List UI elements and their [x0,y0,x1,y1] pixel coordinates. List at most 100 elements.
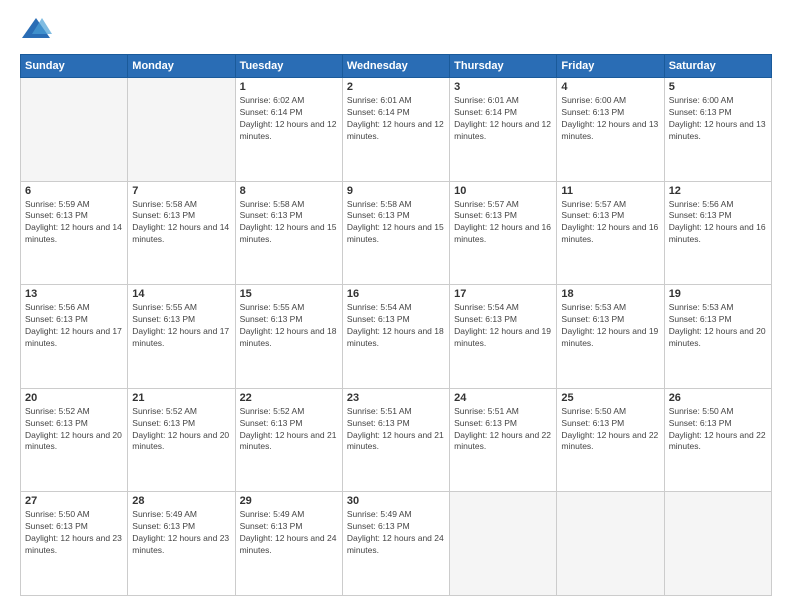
calendar-cell [128,78,235,182]
day-number: 8 [240,185,338,197]
day-info: Sunrise: 5:50 AM Sunset: 6:13 PM Dayligh… [669,406,767,454]
calendar-cell: 25 Sunrise: 5:50 AM Sunset: 6:13 PM Dayli… [557,388,664,492]
calendar-cell: 30 Sunrise: 5:49 AM Sunset: 6:13 PM Dayli… [342,492,449,596]
calendar-cell [450,492,557,596]
day-info: Sunrise: 5:51 AM Sunset: 6:13 PM Dayligh… [347,406,445,454]
day-number: 21 [132,392,230,404]
calendar-cell: 5 Sunrise: 6:00 AM Sunset: 6:13 PM Daylig… [664,78,771,182]
day-number: 13 [25,288,123,300]
day-info: Sunrise: 5:53 AM Sunset: 6:13 PM Dayligh… [561,302,659,350]
day-number: 17 [454,288,552,300]
day-number: 25 [561,392,659,404]
calendar-cell: 2 Sunrise: 6:01 AM Sunset: 6:14 PM Daylig… [342,78,449,182]
calendar-cell: 29 Sunrise: 5:49 AM Sunset: 6:13 PM Dayli… [235,492,342,596]
day-info: Sunrise: 5:56 AM Sunset: 6:13 PM Dayligh… [25,302,123,350]
weekday-header-thursday: Thursday [450,55,557,78]
weekday-header-tuesday: Tuesday [235,55,342,78]
calendar-cell: 23 Sunrise: 5:51 AM Sunset: 6:13 PM Dayli… [342,388,449,492]
calendar-cell: 17 Sunrise: 5:54 AM Sunset: 6:13 PM Dayli… [450,285,557,389]
calendar-cell: 9Sunrise: 5:58 AM Sunset: 6:13 PM Daylig… [342,181,449,285]
day-info: Sunrise: 5:58 AM Sunset: 6:13 PM Dayligh… [240,199,338,247]
calendar-cell: 12 Sunrise: 5:56 AM Sunset: 6:13 PM Dayli… [664,181,771,285]
day-number: 16 [347,288,445,300]
day-info: Sunrise: 6:00 AM Sunset: 6:13 PM Dayligh… [561,95,659,143]
calendar-cell: 1 Sunrise: 6:02 AM Sunset: 6:14 PM Daylig… [235,78,342,182]
weekday-header-monday: Monday [128,55,235,78]
calendar-cell: 16 Sunrise: 5:54 AM Sunset: 6:13 PM Dayli… [342,285,449,389]
calendar-row-4: 27 Sunrise: 5:50 AM Sunset: 6:13 PM Dayli… [21,492,772,596]
calendar-cell: 15Sunrise: 5:55 AM Sunset: 6:13 PM Dayli… [235,285,342,389]
calendar-cell: 13 Sunrise: 5:56 AM Sunset: 6:13 PM Dayli… [21,285,128,389]
day-number: 12 [669,185,767,197]
day-info: Sunrise: 5:49 AM Sunset: 6:13 PM Dayligh… [240,509,338,557]
calendar-cell [21,78,128,182]
day-number: 28 [132,495,230,507]
day-info: Sunrise: 5:49 AM Sunset: 6:13 PM Dayligh… [347,509,445,557]
calendar-cell: 24 Sunrise: 5:51 AM Sunset: 6:13 PM Dayli… [450,388,557,492]
calendar-cell: 28 Sunrise: 5:49 AM Sunset: 6:13 PM Dayli… [128,492,235,596]
weekday-header-friday: Friday [557,55,664,78]
day-info: Sunrise: 5:55 AM Sunset: 6:13 PM Dayligh… [240,302,338,350]
calendar-cell: 27 Sunrise: 5:50 AM Sunset: 6:13 PM Dayli… [21,492,128,596]
day-number: 22 [240,392,338,404]
day-number: 5 [669,81,767,93]
day-info: Sunrise: 5:50 AM Sunset: 6:13 PM Dayligh… [25,509,123,557]
day-number: 27 [25,495,123,507]
calendar-cell [664,492,771,596]
weekday-header-row: SundayMondayTuesdayWednesdayThursdayFrid… [21,55,772,78]
day-info: Sunrise: 5:52 AM Sunset: 6:13 PM Dayligh… [240,406,338,454]
day-info: Sunrise: 6:01 AM Sunset: 6:14 PM Dayligh… [454,95,552,143]
day-info: Sunrise: 5:58 AM Sunset: 6:13 PM Dayligh… [132,199,230,247]
day-number: 14 [132,288,230,300]
day-info: Sunrise: 5:53 AM Sunset: 6:13 PM Dayligh… [669,302,767,350]
day-number: 29 [240,495,338,507]
calendar-cell: 7Sunrise: 5:58 AM Sunset: 6:13 PM Daylig… [128,181,235,285]
day-info: Sunrise: 6:01 AM Sunset: 6:14 PM Dayligh… [347,95,445,143]
calendar-cell [557,492,664,596]
day-number: 9 [347,185,445,197]
day-info: Sunrise: 5:57 AM Sunset: 6:13 PM Dayligh… [454,199,552,247]
day-number: 10 [454,185,552,197]
calendar-row-2: 13 Sunrise: 5:56 AM Sunset: 6:13 PM Dayli… [21,285,772,389]
calendar-cell: 8 Sunrise: 5:58 AM Sunset: 6:13 PM Daylig… [235,181,342,285]
weekday-header-saturday: Saturday [664,55,771,78]
day-info: Sunrise: 6:02 AM Sunset: 6:14 PM Dayligh… [240,95,338,143]
day-number: 6 [25,185,123,197]
day-number: 19 [669,288,767,300]
day-info: Sunrise: 5:55 AM Sunset: 6:13 PM Dayligh… [132,302,230,350]
weekday-header-wednesday: Wednesday [342,55,449,78]
calendar-cell: 20Sunrise: 5:52 AM Sunset: 6:13 PM Dayli… [21,388,128,492]
day-number: 18 [561,288,659,300]
day-info: Sunrise: 5:54 AM Sunset: 6:13 PM Dayligh… [454,302,552,350]
day-info: Sunrise: 5:59 AM Sunset: 6:13 PM Dayligh… [25,199,123,247]
header [20,16,772,44]
day-number: 1 [240,81,338,93]
weekday-header-sunday: Sunday [21,55,128,78]
day-info: Sunrise: 5:49 AM Sunset: 6:13 PM Dayligh… [132,509,230,557]
day-info: Sunrise: 5:52 AM Sunset: 6:13 PM Dayligh… [25,406,123,454]
logo-icon [20,16,52,44]
day-info: Sunrise: 5:57 AM Sunset: 6:13 PM Dayligh… [561,199,659,247]
day-number: 30 [347,495,445,507]
day-info: Sunrise: 5:52 AM Sunset: 6:13 PM Dayligh… [132,406,230,454]
calendar-row-1: 6 Sunrise: 5:59 AM Sunset: 6:13 PM Daylig… [21,181,772,285]
calendar-row-3: 20Sunrise: 5:52 AM Sunset: 6:13 PM Dayli… [21,388,772,492]
day-info: Sunrise: 5:51 AM Sunset: 6:13 PM Dayligh… [454,406,552,454]
day-info: Sunrise: 5:54 AM Sunset: 6:13 PM Dayligh… [347,302,445,350]
day-number: 24 [454,392,552,404]
day-number: 4 [561,81,659,93]
calendar-cell: 4 Sunrise: 6:00 AM Sunset: 6:13 PM Daylig… [557,78,664,182]
day-number: 2 [347,81,445,93]
day-info: Sunrise: 5:50 AM Sunset: 6:13 PM Dayligh… [561,406,659,454]
day-number: 11 [561,185,659,197]
day-info: Sunrise: 6:00 AM Sunset: 6:13 PM Dayligh… [669,95,767,143]
calendar-cell: 18 Sunrise: 5:53 AM Sunset: 6:13 PM Dayli… [557,285,664,389]
calendar-table: SundayMondayTuesdayWednesdayThursdayFrid… [20,54,772,596]
day-number: 26 [669,392,767,404]
calendar-cell: 14 Sunrise: 5:55 AM Sunset: 6:13 PM Dayli… [128,285,235,389]
day-info: Sunrise: 5:56 AM Sunset: 6:13 PM Dayligh… [669,199,767,247]
logo [20,16,58,44]
calendar-cell: 19 Sunrise: 5:53 AM Sunset: 6:13 PM Dayli… [664,285,771,389]
calendar-cell: 26 Sunrise: 5:50 AM Sunset: 6:13 PM Dayli… [664,388,771,492]
day-number: 23 [347,392,445,404]
